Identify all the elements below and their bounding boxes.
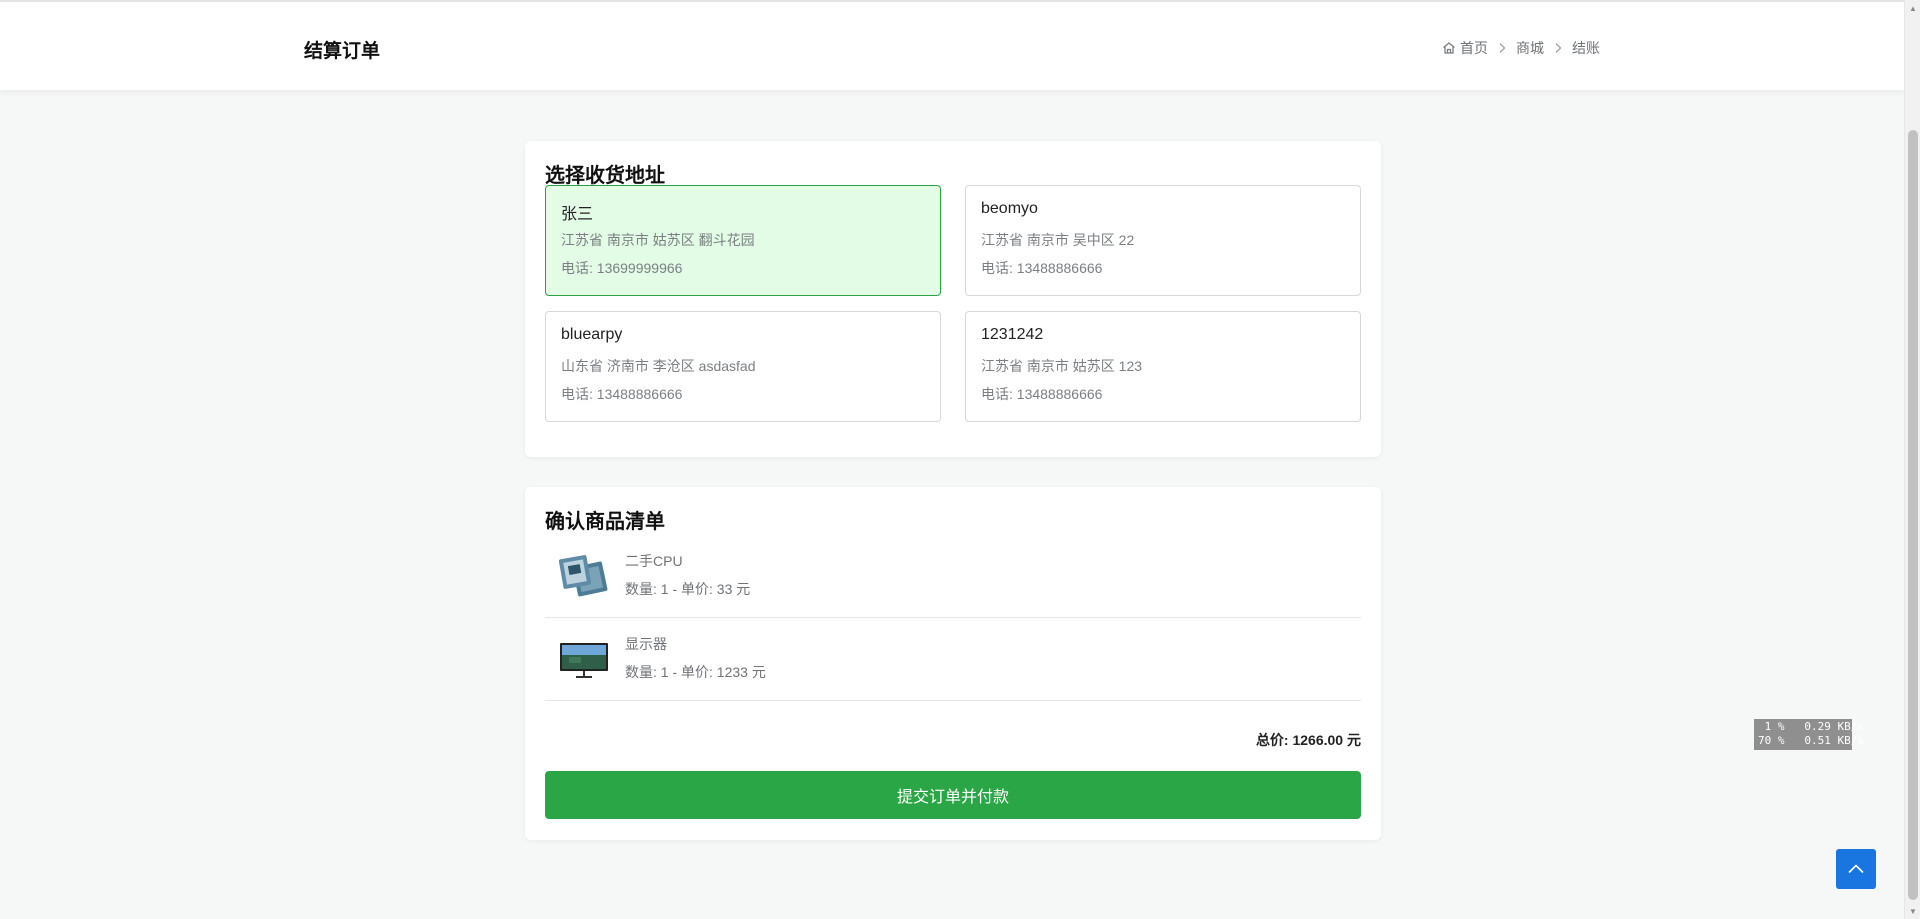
address-name: 1231242: [981, 326, 1044, 343]
address-option[interactable]: 张三 江苏省 南京市 姑苏区 翻斗花园 电话: 13699999966: [545, 185, 941, 296]
breadcrumb-checkout: 结账: [1572, 40, 1600, 56]
address-phone: 电话: 13699999966: [561, 260, 683, 276]
home-icon: [1442, 41, 1456, 55]
breadcrumb: 首页 商城 结账: [1442, 38, 1600, 58]
item-detail: 数量: 1 - 单价: 33 元: [625, 581, 751, 597]
items-section-title: 确认商品清单: [545, 511, 665, 533]
item-name: 二手CPU: [625, 553, 683, 569]
address-detail: 江苏省 南京市 姑苏区 123: [981, 358, 1143, 374]
netmon-line-2: 70 % 0.51 KB/s: [1758, 734, 1864, 747]
scroll-down-arrow-icon[interactable]: ▼: [1905, 903, 1920, 919]
address-option[interactable]: beomyo 江苏省 南京市 吴中区 22 电话: 13488886666: [965, 185, 1361, 296]
scroll-up-arrow-icon[interactable]: ▲: [1905, 0, 1920, 16]
cpu-image: [558, 554, 609, 600]
list-item: 显示器 数量: 1 - 单价: 1233 元: [545, 618, 1361, 701]
chevron-right-icon: [1553, 42, 1563, 54]
list-item: 二手CPU 数量: 1 - 单价: 33 元: [545, 535, 1361, 618]
address-detail: 山东省 济南市 李沧区 asdasfad: [561, 358, 756, 374]
address-option[interactable]: bluearpy 山东省 济南市 李沧区 asdasfad 电话: 134888…: [545, 311, 941, 422]
page-header: 结算订单 首页 商城 结账: [0, 0, 1904, 90]
total-price: 总价: 1266.00 元: [1255, 732, 1361, 748]
address-name: bluearpy: [561, 326, 623, 343]
back-to-top-button[interactable]: [1836, 849, 1876, 889]
page-scrollbar[interactable]: ▲ ▼: [1904, 0, 1920, 919]
breadcrumb-home[interactable]: 首页: [1442, 38, 1488, 58]
item-name: 显示器: [625, 636, 667, 652]
address-name: beomyo: [981, 200, 1038, 217]
chevron-right-icon: [1497, 42, 1507, 54]
address-option[interactable]: 1231242 江苏省 南京市 姑苏区 123 电话: 13488886666: [965, 311, 1361, 422]
address-card: 选择收货地址 张三 江苏省 南京市 姑苏区 翻斗花园 电话: 136999999…: [525, 141, 1381, 457]
address-phone: 电话: 13488886666: [981, 386, 1103, 402]
item-detail: 数量: 1 - 单价: 1233 元: [625, 664, 766, 680]
address-detail: 江苏省 南京市 吴中区 22: [981, 232, 1135, 248]
breadcrumb-home-label: 首页: [1460, 40, 1488, 56]
order-items-card: 确认商品清单 二手CPU 数量: 1 - 单价: 33 元 显示器 数量: 1 …: [525, 487, 1381, 840]
monitor-image: [559, 637, 609, 683]
address-phone: 电话: 13488886666: [561, 386, 683, 402]
netmon-line-1: 1 % 0.29 KB/s: [1758, 720, 1864, 733]
address-detail: 江苏省 南京市 姑苏区 翻斗花园: [561, 232, 755, 248]
page-title: 结算订单: [304, 41, 381, 62]
address-name: 张三: [561, 206, 594, 223]
scrollbar-thumb[interactable]: [1908, 130, 1918, 900]
breadcrumb-shop[interactable]: 商城: [1516, 38, 1544, 58]
chevron-up-icon: [1847, 863, 1865, 875]
network-monitor-widget: 1 % 0.29 KB/s 70 % 0.51 KB/s: [1754, 719, 1864, 750]
address-section-title: 选择收货地址: [545, 165, 665, 187]
submit-order-button[interactable]: 提交订单并付款: [545, 771, 1361, 819]
address-phone: 电话: 13488886666: [981, 260, 1103, 276]
